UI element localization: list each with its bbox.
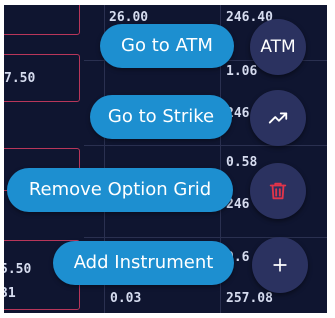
trash-icon <box>267 180 289 202</box>
grid-divider <box>84 237 327 238</box>
option-cell-value: 7.50 <box>4 71 36 86</box>
go-to-strike-button[interactable]: Go to Strike <box>90 95 232 139</box>
grid-value: 0.03 <box>110 291 142 306</box>
remove-option-grid-button[interactable]: Remove Option Grid <box>7 168 233 212</box>
option-grid-screen: 7.50 5.50 31 26.00 0.03 246.40 1.06 246 … <box>4 5 327 313</box>
option-cell[interactable] <box>4 5 80 35</box>
go-to-strike-fab[interactable] <box>250 90 306 146</box>
add-instrument-button[interactable]: Add Instrument <box>53 241 234 285</box>
screenshot-frame: 7.50 5.50 31 26.00 0.03 246.40 1.06 246 … <box>0 0 335 318</box>
go-to-atm-button[interactable]: Go to ATM <box>100 24 234 68</box>
plus-icon <box>270 255 290 275</box>
grid-value: 26.00 <box>109 10 149 25</box>
go-to-atm-fab[interactable]: ATM <box>250 19 306 75</box>
option-cell-value: 31 <box>4 286 16 301</box>
atm-icon: ATM <box>260 37 296 57</box>
add-instrument-fab[interactable] <box>252 237 308 293</box>
grid-value: 1.06 <box>226 64 258 79</box>
grid-value: 257.08 <box>226 291 273 306</box>
grid-value: 0.58 <box>226 155 258 170</box>
remove-option-grid-fab[interactable] <box>250 163 306 219</box>
option-cell[interactable]: 7.50 <box>4 54 80 102</box>
grid-divider <box>84 145 327 146</box>
option-cell-value: 5.50 <box>4 262 32 277</box>
trending-up-icon <box>267 107 289 129</box>
